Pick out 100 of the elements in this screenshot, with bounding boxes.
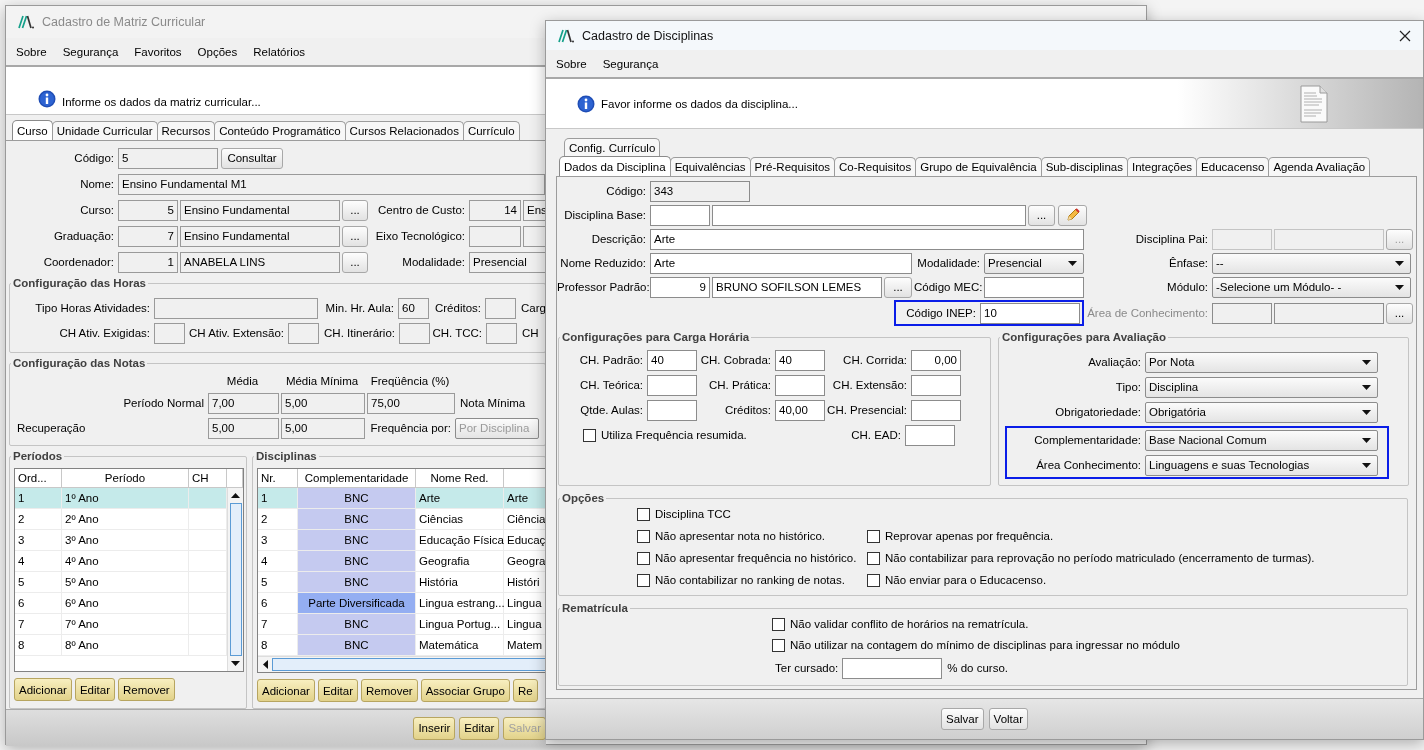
tab[interactable]: Sub-disciplinas <box>1040 157 1128 176</box>
table-row[interactable]: 6 6º Ano <box>15 593 227 614</box>
tab[interactable]: Educacenso <box>1196 157 1270 176</box>
text-field[interactable]: Arte <box>650 228 1084 250</box>
text-field[interactable] <box>650 204 710 226</box>
add-button[interactable]: Adicionar <box>257 679 315 702</box>
tab[interactable]: Grupo de Equivalência <box>915 157 1042 176</box>
checkbox-label[interactable]: Não apresentar frequência no histórico. <box>655 552 857 564</box>
remove-button[interactable]: Remover <box>118 678 175 701</box>
text-field[interactable]: Ensino Fundamental M1 <box>118 173 545 195</box>
text-field[interactable]: 0,00 <box>911 349 961 371</box>
text-field[interactable]: 5 <box>118 199 178 221</box>
checkbox[interactable] <box>772 617 785 631</box>
dropdown[interactable]: Obrigatória <box>1145 401 1378 423</box>
text-field[interactable] <box>911 399 961 421</box>
scrollbar[interactable] <box>227 488 243 671</box>
browse-button[interactable]: ... <box>884 276 912 298</box>
insert-button[interactable]: Inserir <box>413 716 456 740</box>
tab[interactable]: Config. Currículo <box>564 138 661 156</box>
checkbox[interactable] <box>867 551 880 565</box>
text-field[interactable] <box>485 297 516 319</box>
text-field[interactable]: Ensino Fundamental <box>180 199 340 221</box>
checkbox-label[interactable]: Reprovar apenas por frequência. <box>885 530 1054 542</box>
checkbox-label[interactable]: Disciplina TCC <box>655 508 731 520</box>
back-button[interactable]: Voltar <box>988 708 1028 730</box>
checkbox[interactable] <box>637 507 650 521</box>
text-field[interactable]: 7 <box>118 225 178 247</box>
text-field[interactable] <box>469 225 521 247</box>
text-field[interactable] <box>1274 228 1384 250</box>
text-field[interactable] <box>288 322 319 344</box>
dropdown[interactable]: Por Nota <box>1145 351 1378 373</box>
text-field[interactable]: Ensino Fundamental <box>180 225 340 247</box>
text-field[interactable]: 5 <box>118 147 218 169</box>
text-field[interactable]: 5,00 <box>281 417 365 439</box>
checkbox[interactable] <box>637 573 650 587</box>
edit-button[interactable]: Editar <box>74 678 115 701</box>
checkbox-label[interactable]: Não validar conflito de horários na rematrícula. <box>790 618 1029 630</box>
tab[interactable]: Recursos <box>156 121 216 140</box>
tab[interactable]: Conteúdo Programático <box>214 121 346 140</box>
text-field[interactable]: 60 <box>398 297 429 319</box>
scroll-thumb[interactable] <box>272 658 545 671</box>
menu-item[interactable]: Relatórios <box>253 45 306 58</box>
text-field[interactable] <box>154 322 185 344</box>
menu-item[interactable]: Favoritos <box>134 45 182 58</box>
text-field[interactable] <box>647 374 697 396</box>
browse-button[interactable]: ... <box>342 225 368 247</box>
remove-button[interactable]: Re <box>512 679 538 702</box>
table-row[interactable]: 1 BNC Arte Arte <box>258 488 545 509</box>
text-field[interactable] <box>1212 302 1272 324</box>
text-field[interactable] <box>712 204 1026 226</box>
text-field[interactable]: 75,00 <box>367 392 455 414</box>
table-row[interactable]: 4 4º Ano <box>15 551 227 572</box>
checkbox[interactable] <box>772 638 785 652</box>
edit-button[interactable] <box>1058 204 1087 226</box>
table-row[interactable]: 1 1º Ano <box>15 488 227 509</box>
tab[interactable]: Integrações <box>1127 157 1198 176</box>
tab[interactable]: Co-Requisitos <box>834 157 917 176</box>
menu-item[interactable]: Segurança <box>602 57 659 70</box>
menu-item[interactable]: Sobre <box>556 57 587 70</box>
scrollbar[interactable] <box>258 656 545 672</box>
checkbox-label[interactable]: Não contabilizar no ranking de notas. <box>655 574 845 586</box>
text-field[interactable]: 14 <box>469 199 521 221</box>
dropdown[interactable]: Base Nacional Comum <box>1145 429 1378 451</box>
text-field[interactable] <box>905 424 955 446</box>
edit-button[interactable]: Editar <box>459 716 500 740</box>
text-field[interactable]: BRUNO SOFILSON LEMES <box>712 276 882 298</box>
tab[interactable]: Cursos Relacionados <box>344 121 464 140</box>
checkbox-label[interactable]: Não apresentar nota no histórico. <box>655 530 826 542</box>
menu-item[interactable]: Opções <box>197 45 238 58</box>
text-field[interactable]: Presencial <box>469 251 546 273</box>
text-field[interactable] <box>154 297 318 319</box>
dropdown[interactable]: -Selecione um Módulo- - <box>1212 276 1411 298</box>
consult-button[interactable]: Consultar <box>221 147 283 169</box>
table-row[interactable]: 8 8º Ano <box>15 635 227 656</box>
dropdown[interactable]: Linguagens e suas Tecnologias <box>1145 454 1378 476</box>
edit-button[interactable]: Editar <box>317 679 358 702</box>
tab[interactable]: Unidade Curricular <box>51 121 158 140</box>
text-field[interactable]: ANABELA LINS <box>180 251 340 273</box>
text-field[interactable] <box>523 225 546 247</box>
menu-item[interactable]: Segurança <box>62 45 119 58</box>
text-field[interactable] <box>1274 302 1384 324</box>
checkbox[interactable] <box>867 573 880 587</box>
tab[interactable]: Agenda Avaliação <box>1268 157 1371 176</box>
checkbox-label[interactable]: Não contabilizar para reprovação no período matriculado (encerramento de turmas). <box>885 552 1315 564</box>
dropdown[interactable]: -- <box>1212 252 1411 274</box>
save-button[interactable]: Salvar <box>941 708 984 730</box>
checkbox-label[interactable]: Utiliza Frequência resumida. <box>601 429 747 441</box>
text-field[interactable]: 7,00 <box>208 392 279 414</box>
close-icon[interactable] <box>1399 29 1411 42</box>
text-field[interactable]: 40 <box>775 349 825 371</box>
scroll-thumb[interactable] <box>229 503 242 656</box>
menu-item[interactable]: Sobre <box>16 45 47 58</box>
tab[interactable]: Currículo <box>462 121 520 140</box>
checkbox-label[interactable]: Não utilizar na contagem do mínimo de disciplinas para ingressar no módulo <box>790 639 1180 651</box>
tab[interactable]: Curso <box>12 120 53 140</box>
up-arrow-icon[interactable] <box>231 493 240 498</box>
checkbox[interactable] <box>867 529 880 543</box>
text-field[interactable] <box>775 374 825 396</box>
down-arrow-icon[interactable] <box>231 661 240 666</box>
browse-button[interactable]: ... <box>342 251 368 273</box>
